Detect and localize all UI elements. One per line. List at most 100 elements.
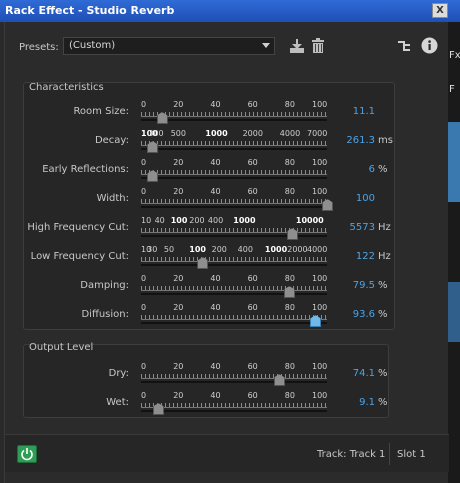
tick-label: 80	[284, 303, 295, 312]
param-value[interactable]: 9.1	[325, 397, 375, 408]
param-unit: Hz	[378, 222, 391, 233]
tick-label: 60	[247, 303, 258, 312]
slider-ruler	[141, 286, 327, 291]
tick-label: 20	[173, 391, 184, 400]
slider-ruler	[141, 257, 327, 262]
param-value[interactable]: 6	[325, 164, 375, 175]
tick-label: 40	[210, 100, 221, 109]
waveform-preview	[448, 122, 460, 202]
tick-label: 500	[170, 129, 186, 138]
param-unit: %	[378, 397, 388, 408]
param-value[interactable]: 100	[325, 193, 375, 204]
tick-label: 60	[247, 187, 258, 196]
effect-panel: Presets: (Custom) Characteristics Output…	[4, 22, 449, 483]
tick-label: 300	[148, 129, 164, 138]
presets-dropdown[interactable]: (Custom)	[63, 37, 275, 55]
tick-label: 60	[247, 274, 258, 283]
tick-label: 20	[173, 158, 184, 167]
tick-label: 2000	[287, 245, 308, 254]
param-label: Wet:	[106, 397, 129, 408]
param-slider[interactable]: 0 20 40 60 80 100	[141, 362, 327, 388]
tick-label: 0	[141, 391, 147, 400]
tick-label: 60	[247, 362, 258, 371]
param-slider[interactable]: 10 40 100 200 400 1000 10000	[141, 216, 327, 242]
tick-label: 1000	[233, 216, 256, 225]
param-unit: %	[378, 164, 388, 175]
slider-ruler	[141, 374, 327, 379]
tick-label: 0	[141, 303, 147, 312]
tick-label: 60	[247, 158, 258, 167]
param-slider[interactable]: 0 20 40 60 80 100	[141, 274, 327, 300]
param-label: High Frequency Cut:	[27, 222, 129, 233]
tick-label: 0	[141, 362, 147, 371]
param-slider[interactable]: 0 20 40 60 80 100	[141, 158, 327, 184]
slider-track	[141, 119, 327, 121]
slider-track	[141, 322, 327, 324]
param-label: Width:	[96, 193, 129, 204]
power-button[interactable]	[17, 445, 37, 463]
tick-label: 20	[173, 100, 184, 109]
param-slider[interactable]: 0 20 40 60 80 100	[141, 187, 333, 213]
tick-label: 400	[237, 245, 253, 254]
param-label: Diffusion:	[81, 309, 129, 320]
param-label: Dry:	[108, 368, 129, 379]
close-button[interactable]: X	[432, 3, 448, 18]
param-unit: %	[378, 309, 388, 320]
side-label: Fx	[449, 50, 460, 61]
param-value[interactable]: 93.6	[325, 309, 375, 320]
info-icon[interactable]	[421, 37, 438, 54]
save-preset-icon[interactable]	[289, 38, 305, 54]
tick-label: 20	[173, 187, 184, 196]
param-value[interactable]: 74.1	[325, 368, 375, 379]
tick-label: 40	[210, 158, 221, 167]
tick-label: 20	[173, 274, 184, 283]
slider-ruler	[141, 403, 327, 408]
param-label: Low Frequency Cut:	[30, 251, 129, 262]
presets-value: (Custom)	[69, 40, 116, 51]
tick-label: 20	[173, 303, 184, 312]
tick-label: 40	[210, 391, 221, 400]
routing-icon[interactable]	[397, 39, 411, 53]
slider-ruler	[141, 228, 327, 233]
tick-label: 4000	[279, 129, 301, 138]
param-slider[interactable]: 0 20 40 60 80 100	[141, 100, 327, 126]
slider-track	[141, 381, 327, 383]
tick-label: 80	[284, 274, 295, 283]
slider-ruler	[141, 199, 327, 204]
tick-label: 60	[247, 391, 258, 400]
footer-bar: Track: Track 1 Slot 1	[5, 434, 449, 472]
param-unit: %	[378, 368, 388, 379]
slider-track	[141, 206, 327, 208]
param-label: Early Reflections:	[42, 164, 129, 175]
tick-label: 50	[163, 245, 175, 254]
characteristics-title: Characteristics	[29, 82, 104, 93]
tick-label: 10	[141, 216, 152, 225]
tick-label: 60	[247, 100, 258, 109]
param-slider[interactable]: 0 20 40 60 80 100	[141, 391, 327, 417]
param-value[interactable]: 11.1	[325, 106, 375, 117]
tick-label: 1000	[264, 245, 288, 254]
tick-label: 40	[154, 216, 165, 225]
param-label: Decay:	[94, 135, 129, 146]
param-slider[interactable]: 10 30 50 100 200 400 1000 2000 4000	[141, 245, 327, 271]
param-unit: Hz	[378, 251, 391, 262]
param-value[interactable]: 122	[325, 251, 375, 262]
slider-ruler	[141, 170, 327, 175]
tick-label: 400	[207, 216, 224, 225]
side-strip: Fx F	[448, 22, 460, 483]
param-value[interactable]: 79.5	[325, 280, 375, 291]
tick-label: 40	[210, 274, 221, 283]
slider-ruler	[141, 141, 327, 146]
param-value[interactable]: 261.3	[325, 135, 375, 146]
tick-label: 100	[170, 216, 188, 225]
tick-label: 10000	[295, 216, 324, 225]
slot-label: Slot 1	[397, 449, 426, 460]
tick-label: 40	[210, 187, 221, 196]
tick-label: 0	[141, 274, 147, 283]
param-slider[interactable]: 0 20 40 60 80 100	[141, 303, 327, 329]
param-value[interactable]: 5573	[325, 222, 375, 233]
param-slider[interactable]: 100 300 500 1000 2000 4000 7000	[141, 129, 327, 155]
tick-label: 0	[141, 100, 147, 109]
trash-icon[interactable]	[311, 38, 325, 54]
tick-label: 100	[189, 245, 206, 254]
